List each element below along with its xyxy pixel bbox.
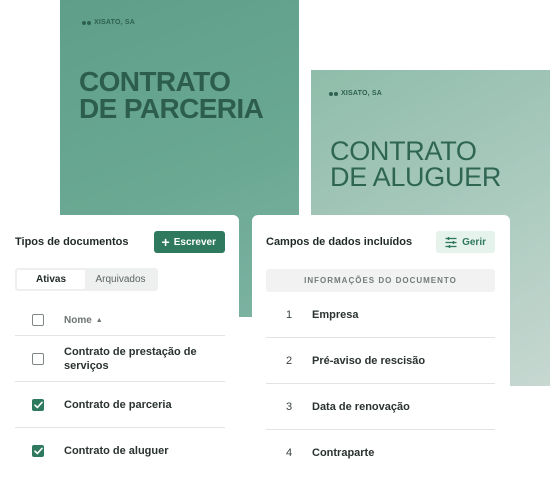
tab-ativas[interactable]: Ativas (17, 270, 85, 289)
cover-title-line: DE PARCERIA (79, 93, 264, 125)
cover-title: CONTRATO DE ALUGUER (330, 136, 502, 193)
sort-ascending-icon: ▲ (95, 316, 103, 324)
brand-name: XISATO, SA (341, 90, 383, 97)
item-label: Contrato de prestação de serviços (64, 345, 197, 372)
company-brand: XISATO, SA (82, 19, 135, 26)
cover-title: CONTRATO DE PARCERIA (79, 66, 264, 125)
manage-button[interactable]: Gerir (436, 231, 495, 253)
status-tabs: Ativas Arquivados (15, 268, 158, 291)
field-number: 1 (285, 308, 293, 321)
field-number: 4 (285, 447, 293, 459)
item-checkbox-checked[interactable] (32, 398, 44, 411)
field-label: Data de renovação (312, 400, 410, 413)
write-button[interactable]: + Escrever (153, 231, 225, 253)
list-item[interactable]: Contrato de aluguer (15, 428, 225, 474)
checkmark-icon (33, 401, 43, 408)
field-label: Pré-aviso de rescisão (312, 354, 426, 367)
write-button-label: Escrever (173, 236, 216, 248)
sliders-icon (445, 236, 457, 248)
cover-title-line: CONTRATO (79, 66, 231, 97)
list-item[interactable]: 1 Empresa (266, 292, 495, 338)
manage-button-label: Gerir (462, 236, 486, 248)
card-title: Campos de dados incluídos (266, 236, 413, 248)
list-item[interactable]: 3 Data de renovação (266, 384, 495, 430)
field-number: 3 (285, 400, 293, 413)
tab-arquivados[interactable]: Arquivados (85, 270, 156, 289)
list-item[interactable]: 2 Pré-aviso de rescisão (266, 338, 495, 384)
document-types-list: Nome ▲ Contrato de prestação de serviços… (15, 305, 225, 474)
name-column-header[interactable]: Nome ▲ (64, 315, 103, 326)
select-all-checkbox[interactable] (32, 314, 44, 326)
card-header: Campos de dados incluídos Gerir (266, 231, 495, 253)
field-label: Empresa (312, 308, 359, 321)
cover-title-line: DE ALUGUER (330, 162, 502, 193)
field-number: 2 (285, 354, 293, 367)
list-header-row: Nome ▲ (15, 305, 225, 336)
data-fields-list: 1 Empresa 2 Pré-aviso de rescisão 3 Data… (266, 292, 495, 476)
list-item[interactable]: 4 Contraparte (266, 430, 495, 476)
company-logo-icon (82, 20, 91, 25)
card-title: Tipos de documentos (15, 236, 129, 248)
plus-icon: + (161, 233, 170, 250)
list-item[interactable]: Contrato de prestação de serviços (15, 336, 225, 382)
list-item[interactable]: Contrato de parceria (15, 382, 225, 428)
item-label: Contrato de aluguer (64, 445, 169, 457)
data-fields-card: Campos de dados incluídos Gerir INFORMAÇ… (252, 215, 510, 485)
document-types-card: Tipos de documentos + Escrever Ativas Ar… (0, 215, 239, 485)
cover-title-line: CONTRATO (330, 136, 477, 166)
item-checkbox-checked[interactable] (32, 445, 44, 457)
brand-name: XISATO, SA (94, 19, 136, 26)
company-logo-icon (329, 91, 338, 96)
checkmark-icon (33, 447, 43, 455)
company-brand: XISATO, SA (329, 90, 382, 97)
field-label: Contraparte (312, 447, 375, 459)
item-label: Contrato de parceria (64, 398, 172, 411)
column-header-label: Nome (64, 314, 92, 326)
section-header: INFORMAÇÕES DO DOCUMENTO (266, 269, 495, 292)
item-checkbox[interactable] (32, 352, 44, 365)
card-header: Tipos de documentos + Escrever (15, 231, 225, 253)
